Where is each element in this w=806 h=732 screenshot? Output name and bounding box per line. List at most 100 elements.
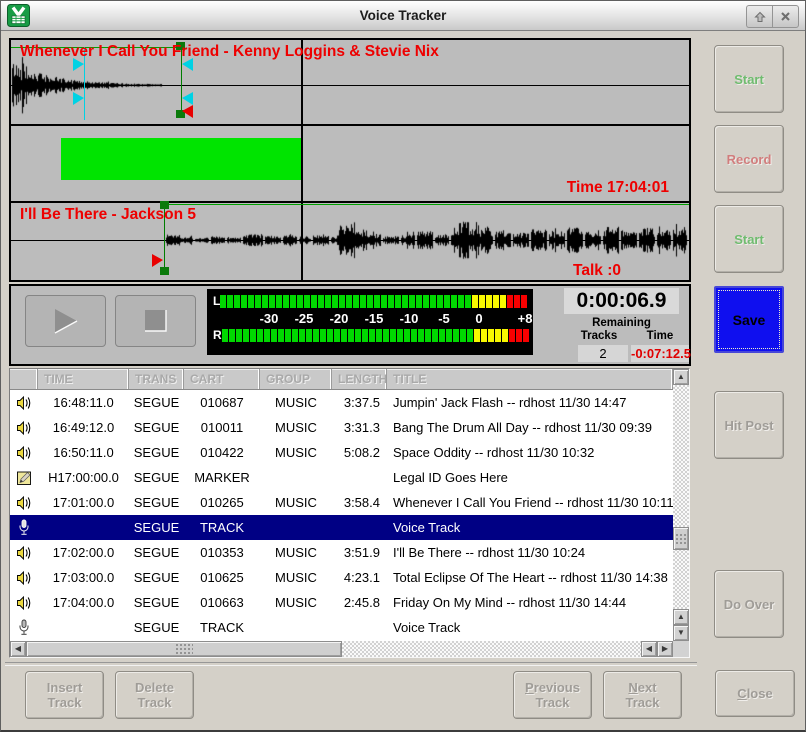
meter-segment xyxy=(348,329,354,342)
scroll-up-button[interactable]: ▲ xyxy=(673,369,689,385)
horizontal-scrollbar[interactable]: ◀ ◀ ▶ xyxy=(10,641,673,657)
column-header-time[interactable]: TIME xyxy=(38,369,129,389)
voice-track-editor[interactable]: Whenever I Call You Friend - Kenny Loggi… xyxy=(9,38,691,282)
remaining-time-value: -0:07:12.5 xyxy=(631,345,689,362)
stop-button[interactable] xyxy=(115,295,196,347)
meter-segment xyxy=(306,329,312,342)
meter-segment xyxy=(507,295,513,308)
track3-start-pointer[interactable] xyxy=(152,254,163,267)
start-track3-button[interactable]: Start xyxy=(714,205,784,273)
speaker-icon xyxy=(16,495,32,511)
meter-segment xyxy=(229,329,235,342)
column-header-cart[interactable]: CART xyxy=(184,369,260,389)
meter-segment xyxy=(257,329,263,342)
titlebar[interactable]: Voice Tracker xyxy=(1,1,805,31)
voice-track-block[interactable] xyxy=(61,138,301,180)
cell-time: 16:50:11.0 xyxy=(38,445,129,460)
track1-fade-handle-bottom[interactable] xyxy=(73,92,84,105)
log-header[interactable]: TIMETRANSCARTGROUPLENGTHTITLE xyxy=(10,369,673,390)
track3-start-line xyxy=(164,204,689,205)
log-body: 16:48:11.0SEGUE010687MUSIC3:37.5Jumpin' … xyxy=(10,390,673,641)
meter-segment xyxy=(360,295,366,308)
meter-segment xyxy=(493,295,499,308)
meter-scale-label: -5 xyxy=(438,311,450,326)
log-row[interactable]: 17:01:00.0SEGUE010265MUSIC3:58.4Whenever… xyxy=(10,490,673,515)
meter-scale-label: -30 xyxy=(260,311,279,326)
insert-track-button[interactable]: Insert Track xyxy=(25,671,104,719)
meter-segment xyxy=(367,295,373,308)
meter-segment xyxy=(479,295,485,308)
track1-end-pointer[interactable] xyxy=(182,105,193,118)
log-row[interactable]: SEGUETRACKVoice Track xyxy=(10,615,673,640)
record-button[interactable]: Record xyxy=(714,125,784,193)
meter-segment xyxy=(313,329,319,342)
shade-window-button[interactable] xyxy=(746,5,772,28)
scroll-left-button[interactable]: ◀ xyxy=(10,641,26,657)
log-row[interactable]: 16:48:11.0SEGUE010687MUSIC3:37.5Jumpin' … xyxy=(10,390,673,415)
log-row[interactable]: 17:02:00.0SEGUE010353MUSIC3:51.9I'll Be … xyxy=(10,540,673,565)
close-window-button[interactable] xyxy=(772,5,799,28)
cell-title: Space Oddity -- rdhost 11/30 10:32 xyxy=(387,445,673,460)
track1-title: Whenever I Call You Friend - Kenny Loggi… xyxy=(20,43,439,61)
cell-len: 4:23.1 xyxy=(332,570,387,585)
log-row[interactable]: H17:00:00.0SEGUEMARKERLegal ID Goes Here xyxy=(10,465,673,490)
delete-track-button[interactable]: Delete Track xyxy=(115,671,194,719)
track3-start-handle-bottom[interactable] xyxy=(160,267,169,275)
log-row[interactable]: 17:03:00.0SEGUE010625MUSIC4:23.1Total Ec… xyxy=(10,565,673,590)
log-row[interactable]: SEGUETRACKVoice Track xyxy=(10,515,673,540)
log-row[interactable]: 16:49:12.0SEGUE010011MUSIC3:31.3Bang The… xyxy=(10,415,673,440)
column-header-title[interactable]: TITLE xyxy=(387,369,673,389)
horizontal-scroll-thumb[interactable] xyxy=(26,641,342,657)
meter-segment xyxy=(423,295,429,308)
meter-segment xyxy=(241,295,247,308)
meter-scale-label: -20 xyxy=(330,311,349,326)
scroll-up-button-2[interactable]: ▲ xyxy=(673,609,689,625)
column-header-group[interactable]: GROUP xyxy=(260,369,332,389)
start-track1-button[interactable]: Start xyxy=(714,45,784,113)
track3-title: I'll Be There - Jackson 5 xyxy=(20,206,196,224)
meter-segment xyxy=(388,295,394,308)
meter-segment xyxy=(404,329,410,342)
cell-time: H17:00:00.0 xyxy=(38,470,129,485)
meter-segment xyxy=(395,295,401,308)
cell-title: Whenever I Call You Friend -- rdhost 11/… xyxy=(387,495,673,510)
scroll-left-button-2[interactable]: ◀ xyxy=(641,641,657,657)
meter-segment xyxy=(409,295,415,308)
save-button[interactable]: Save xyxy=(714,286,784,353)
cell-group: MUSIC xyxy=(260,595,332,610)
log-row[interactable]: 17:04:00.0SEGUE010663MUSIC2:45.8Friday O… xyxy=(10,590,673,615)
log-row[interactable]: 16:50:11.0SEGUE010422MUSIC5:08.2Space Od… xyxy=(10,440,673,465)
vertical-scroll-track[interactable] xyxy=(673,385,689,609)
hit-post-button[interactable]: Hit Post xyxy=(714,391,784,459)
cell-title: Total Eclipse Of The Heart -- rdhost 11/… xyxy=(387,570,673,585)
cell-len: 3:37.5 xyxy=(332,395,387,410)
column-header-trans[interactable]: TRANS xyxy=(129,369,184,389)
cell-cart: 010422 xyxy=(184,445,260,460)
meter-segment xyxy=(299,329,305,342)
play-button[interactable] xyxy=(25,295,106,347)
meter-scale-label: -15 xyxy=(365,311,384,326)
scroll-right-button[interactable]: ▶ xyxy=(657,641,673,657)
close-button[interactable]: Close xyxy=(715,670,795,717)
vertical-scrollbar[interactable]: ▲ ▲ ▼ xyxy=(673,369,689,641)
meter-segment xyxy=(439,329,445,342)
track1-segue-handle-bottom[interactable] xyxy=(182,92,193,105)
meter-segment xyxy=(376,329,382,342)
track-boundary-2 xyxy=(11,201,689,203)
column-header-length[interactable]: LENGTH xyxy=(332,369,387,389)
column-header-icon[interactable] xyxy=(10,369,38,389)
do-over-button[interactable]: Do Over xyxy=(714,570,784,638)
meter-segment xyxy=(514,295,520,308)
cell-time: 16:49:12.0 xyxy=(38,420,129,435)
vertical-scroll-thumb[interactable] xyxy=(673,527,689,550)
meter-segment xyxy=(381,295,387,308)
meter-segment xyxy=(430,295,436,308)
meter-segment xyxy=(243,329,249,342)
meter-segment xyxy=(283,295,289,308)
meter-right-segments xyxy=(222,329,530,342)
scroll-down-button[interactable]: ▼ xyxy=(673,625,689,641)
previous-track-button[interactable]: PreviousTrack xyxy=(513,671,592,719)
cell-time: 17:03:00.0 xyxy=(38,570,129,585)
cell-trans: SEGUE xyxy=(129,520,184,535)
next-track-button[interactable]: NextTrack xyxy=(603,671,682,719)
